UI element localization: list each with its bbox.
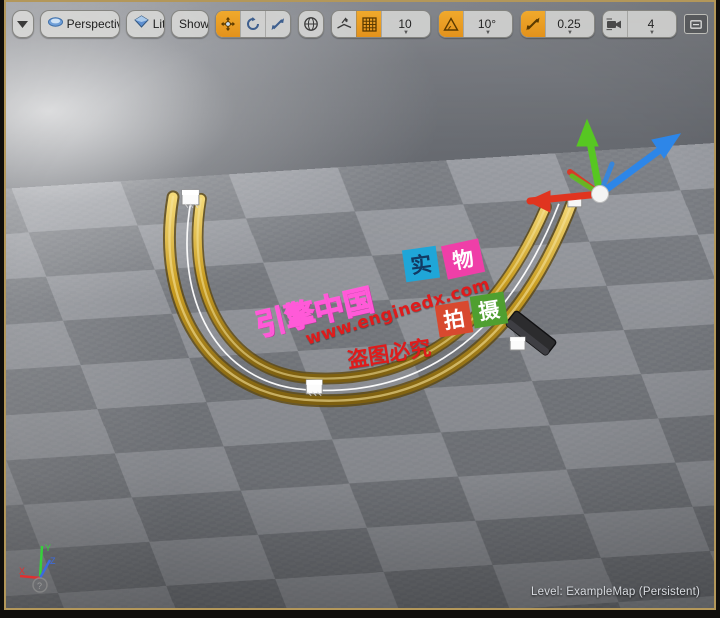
show-menu-button[interactable]: Show: [172, 11, 208, 37]
viewport-frame: 引擎中国 www.enginedx.com 盗图必究 实 物 拍 摄 Y Z X…: [4, 0, 716, 610]
svg-text:?: ?: [37, 581, 42, 591]
chevron-down-icon: ▼: [567, 30, 573, 36]
unreal-editor-viewport: 引擎中国 www.enginedx.com 盗图必究 实 物 拍 摄 Y Z X…: [0, 0, 720, 618]
angle-snap-toggle[interactable]: [439, 11, 463, 37]
camera-speed-icon[interactable]: [603, 11, 627, 37]
globe-icon[interactable]: [299, 11, 323, 37]
grid-snap-value[interactable]: 10 ▼: [381, 11, 430, 37]
viewport-toolbar: Perspective Lit S: [12, 6, 708, 42]
view-mode-label: Lit: [152, 17, 166, 31]
axis-label-y: Y: [45, 543, 51, 553]
scale-mode-button[interactable]: [265, 11, 290, 37]
toolbar-right-cluster: 10 ▼ 10° ▼ 0.25 ▼ 4 ▼: [215, 10, 708, 38]
viewport-inner[interactable]: 引擎中国 www.enginedx.com 盗图必究 实 物 拍 摄 Y Z X…: [6, 2, 714, 608]
chevron-down-icon[interactable]: [13, 11, 33, 37]
transform-mode-group[interactable]: [215, 10, 291, 38]
scene-3d: [6, 2, 714, 608]
translate-mode-button[interactable]: [216, 11, 240, 37]
camera-mode-label: Perspective: [66, 17, 119, 31]
view-mode-group[interactable]: Lit: [125, 10, 166, 38]
view-mode-button[interactable]: Lit: [127, 11, 166, 37]
checkerboard-floor: [6, 123, 714, 608]
angle-snap-value[interactable]: 10° ▼: [463, 11, 512, 37]
chevron-updown-icon: ▼: [649, 30, 655, 36]
scale-snap-toggle[interactable]: [521, 11, 545, 37]
axis-label-z: Z: [50, 556, 56, 566]
grid-snap-group[interactable]: 10 ▼: [331, 10, 431, 38]
chevron-down-icon: ▼: [403, 30, 409, 36]
axis-orientation-widget: Y Z X ?: [19, 543, 56, 593]
chevron-down-icon: ▼: [485, 30, 491, 36]
camera-speed-group[interactable]: 4 ▼: [602, 10, 677, 38]
grid-snap-toggle[interactable]: [356, 11, 381, 37]
surface-snap-icon[interactable]: [332, 11, 356, 37]
camera-icon: [47, 11, 63, 37]
rotate-mode-button[interactable]: [240, 11, 265, 37]
camera-speed-value[interactable]: 4 ▼: [627, 11, 676, 37]
level-label: Level: ExampleMap (Persistent): [531, 586, 700, 598]
axis-label-x: X: [19, 566, 25, 576]
angle-snap-group[interactable]: 10° ▼: [438, 10, 513, 38]
scale-snap-value[interactable]: 0.25 ▼: [545, 11, 594, 37]
scale-snap-group[interactable]: 0.25 ▼: [520, 10, 595, 38]
coordinate-system-group[interactable]: [298, 10, 324, 38]
show-menu-group[interactable]: Show: [171, 10, 209, 38]
camera-mode-group[interactable]: Perspective: [39, 10, 120, 38]
view-options-group[interactable]: [12, 10, 34, 38]
lit-sphere-icon: [133, 11, 149, 37]
maximize-icon[interactable]: [684, 14, 708, 34]
camera-mode-button[interactable]: Perspective: [41, 11, 119, 37]
